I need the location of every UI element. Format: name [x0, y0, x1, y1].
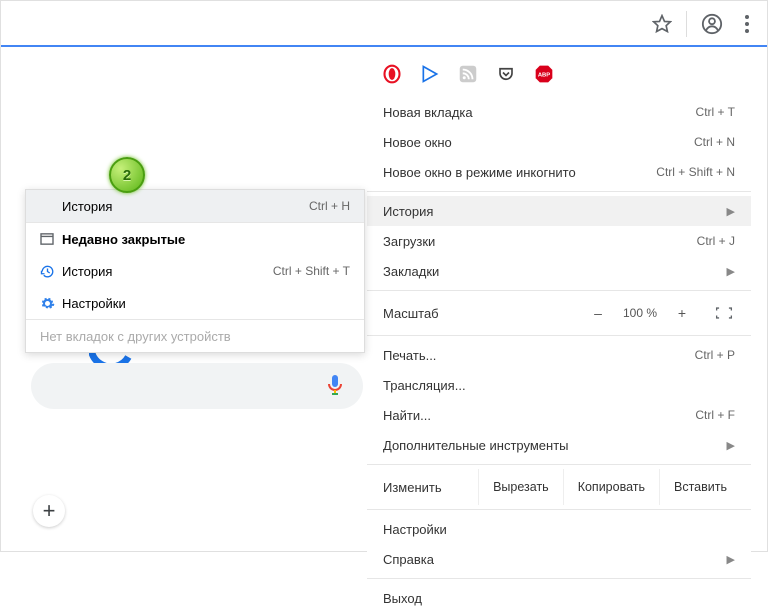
menu-separator [367, 578, 751, 579]
menu-separator [367, 335, 751, 336]
history-clock-icon [40, 264, 62, 279]
edit-cut-button[interactable]: Вырезать [478, 469, 563, 505]
main-menu: Новая вкладка Ctrl + T Новое окно Ctrl +… [367, 97, 751, 613]
bookmark-star-icon[interactable] [652, 14, 672, 34]
menu-bookmarks[interactable]: Закладки ▶ [367, 256, 751, 286]
menu-shortcut: Ctrl + T [696, 105, 735, 119]
fullscreen-icon[interactable] [711, 304, 737, 322]
submenu-history[interactable]: История Ctrl + H [26, 190, 364, 222]
chevron-right-icon: ▶ [727, 439, 735, 452]
add-shortcut-button[interactable]: + [33, 495, 65, 527]
opera-ext-icon[interactable] [381, 63, 403, 85]
menu-new-tab[interactable]: Новая вкладка Ctrl + T [367, 97, 751, 127]
chevron-right-icon: ▶ [727, 553, 735, 566]
zoom-out-button[interactable]: – [585, 305, 611, 321]
menu-label: Новая вкладка [383, 105, 696, 120]
menu-help[interactable]: Справка ▶ [367, 544, 751, 574]
menu-kebab-icon[interactable] [737, 14, 757, 34]
edit-paste-button[interactable]: Вставить [659, 469, 741, 505]
menu-more-tools[interactable]: Дополнительные инструменты ▶ [367, 430, 751, 460]
svg-text:ABP: ABP [538, 73, 550, 79]
menu-exit[interactable]: Выход [367, 583, 751, 613]
edit-copy-button[interactable]: Копировать [563, 469, 659, 505]
submenu-settings-item[interactable]: Настройки [26, 287, 364, 319]
chevron-right-icon: ▶ [727, 205, 735, 218]
menu-find[interactable]: Найти... Ctrl + F [367, 400, 751, 430]
play-ext-icon[interactable] [419, 63, 441, 85]
menu-separator [367, 464, 751, 465]
submenu-recently-closed: Недавно закрытые [26, 223, 364, 255]
pocket-ext-icon[interactable] [495, 63, 517, 85]
submenu-history-item[interactable]: История Ctrl + Shift + T [26, 255, 364, 287]
microphone-icon[interactable] [327, 374, 345, 398]
zoom-value: 100 % [617, 306, 663, 320]
menu-new-window[interactable]: Новое окно Ctrl + N [367, 127, 751, 157]
menu-print[interactable]: Печать... Ctrl + P [367, 340, 751, 370]
zoom-in-button[interactable]: + [669, 305, 695, 321]
menu-settings[interactable]: Настройки [367, 514, 751, 544]
gear-icon [40, 296, 62, 311]
search-input[interactable] [31, 363, 363, 409]
window-icon [40, 233, 62, 245]
menu-separator [367, 191, 751, 192]
menu-cast[interactable]: Трансляция... [367, 370, 751, 400]
active-tab-indicator [1, 45, 767, 47]
toolbar-divider [686, 11, 687, 37]
menu-incognito[interactable]: Новое окно в режиме инкогнито Ctrl + Shi… [367, 157, 751, 187]
rss-ext-icon[interactable] [457, 63, 479, 85]
menu-edit-row: Изменить Вырезать Копировать Вставить [367, 469, 751, 505]
menu-history[interactable]: История ▶ [367, 196, 751, 226]
abp-ext-icon[interactable]: ABP [533, 63, 555, 85]
chevron-right-icon: ▶ [727, 265, 735, 278]
menu-separator [367, 290, 751, 291]
submenu-no-tabs: Нет вкладок с других устройств [26, 320, 364, 352]
history-submenu: История Ctrl + H Недавно закрытые Истори… [25, 189, 365, 353]
profile-icon[interactable] [701, 13, 723, 35]
step-badge: 2 [109, 157, 145, 193]
menu-separator [367, 509, 751, 510]
menu-downloads[interactable]: Загрузки Ctrl + J [367, 226, 751, 256]
menu-zoom: Масштаб – 100 % + [367, 295, 751, 331]
